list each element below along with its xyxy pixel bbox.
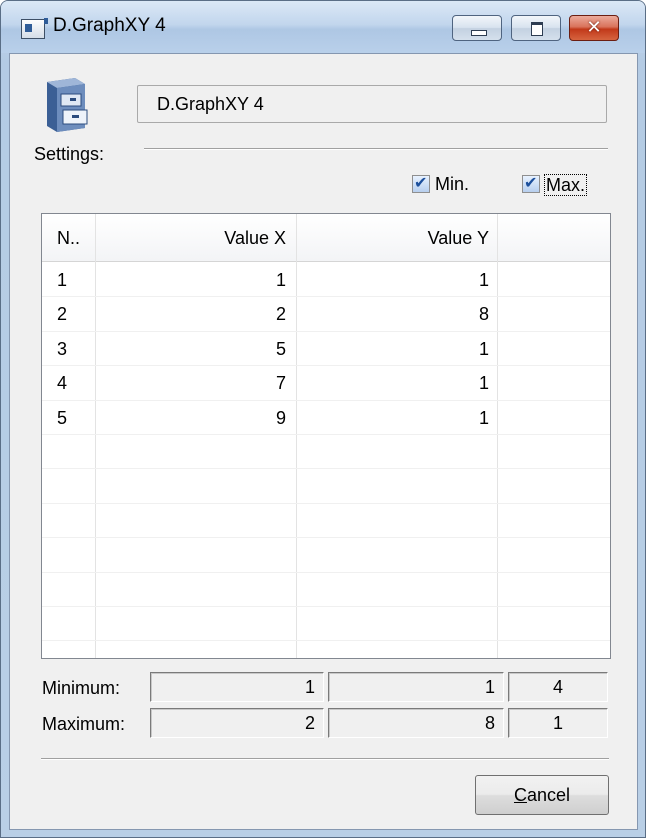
- max-checkbox-label[interactable]: Max.: [544, 174, 588, 196]
- table-row[interactable]: 3 5 1: [42, 331, 610, 365]
- row-grid-line: [42, 434, 610, 435]
- application-window-icon[interactable]: [21, 18, 48, 39]
- table-cell-x: 7: [275, 373, 286, 394]
- table-cell-y: 1: [478, 407, 489, 428]
- row-grid-line: [42, 640, 610, 642]
- title-bar[interactable]: D.GraphXY 4 ✕: [1, 1, 645, 53]
- minimum-value-y: 1: [328, 672, 504, 702]
- table-cell-y: 1: [478, 373, 489, 394]
- column-header-value-x[interactable]: Value X: [224, 228, 286, 249]
- row-grid-line: [42, 537, 610, 539]
- table-cell-y: 1: [478, 338, 489, 359]
- table-cell-y: 8: [478, 304, 489, 325]
- file-cabinet-icon: [47, 78, 88, 132]
- column-header-value-y[interactable]: Value Y: [428, 228, 489, 249]
- cancel-accelerator: C: [513, 785, 527, 805]
- min-checkbox[interactable]: [412, 173, 430, 193]
- minimum-value-x: 1: [150, 672, 324, 702]
- close-button[interactable]: ✕: [569, 15, 619, 41]
- table-cell-x: 9: [275, 407, 286, 428]
- max-checkbox[interactable]: [522, 173, 540, 193]
- table-row[interactable]: 5 9 1: [42, 400, 610, 434]
- maximum-value-y: 8: [328, 708, 504, 738]
- table-cell-n: 1: [57, 270, 68, 290]
- cancel-button[interactable]: Cancel: [475, 775, 609, 815]
- dialog-window: D.GraphXY 4 ✕ D.GraphXY 4 Settings: Min.…: [0, 0, 646, 838]
- cancel-label: ancel: [526, 785, 571, 805]
- table-cell-n: 4: [57, 373, 68, 394]
- maximum-value-x: 2: [150, 708, 324, 738]
- maximum-label: Maximum:: [42, 714, 126, 734]
- object-name-field: D.GraphXY 4: [137, 85, 607, 123]
- row-grid-line: [42, 606, 610, 607]
- row-grid-line: [42, 468, 610, 470]
- dialog-content: D.GraphXY 4 Settings: Min. Max. N.. Valu…: [9, 53, 638, 830]
- min-checkbox-label[interactable]: Min.: [435, 174, 469, 195]
- table-cell-n: 2: [57, 304, 68, 325]
- minimize-button[interactable]: [452, 15, 502, 41]
- table-cell-n: 5: [57, 407, 68, 428]
- column-header-n[interactable]: N..: [57, 228, 80, 249]
- table-cell-x: 2: [275, 304, 286, 325]
- maximum-row-number: 1: [508, 708, 608, 738]
- settings-divider: [144, 148, 608, 150]
- minimum-row-number: 4: [508, 672, 608, 702]
- settings-label: Settings:: [34, 144, 105, 164]
- maximize-icon: [531, 22, 543, 36]
- minimum-label: Minimum:: [42, 678, 121, 698]
- row-grid-line: [42, 502, 610, 504]
- table-row[interactable]: 1 1 1: [42, 262, 610, 296]
- table-cell-x: 5: [275, 338, 286, 359]
- values-table[interactable]: N.. Value X Value Y 1 1 1 2 2 8 3 5 1 4 7 1 5 9 1: [41, 213, 611, 659]
- table-cell-x: 1: [275, 270, 286, 290]
- maximize-button[interactable]: [511, 15, 561, 41]
- table-row[interactable]: 2 2 8: [42, 296, 610, 330]
- row-grid-line: [42, 571, 610, 573]
- window-title: D.GraphXY 4: [53, 15, 166, 36]
- table-row[interactable]: 4 7 1: [42, 365, 610, 399]
- close-icon: ✕: [586, 17, 602, 38]
- minimize-icon: [471, 30, 487, 36]
- table-cell-y: 1: [478, 270, 489, 290]
- table-cell-n: 3: [57, 338, 68, 359]
- footer-divider: [41, 758, 609, 760]
- table-header: N.. Value X Value Y: [42, 214, 610, 262]
